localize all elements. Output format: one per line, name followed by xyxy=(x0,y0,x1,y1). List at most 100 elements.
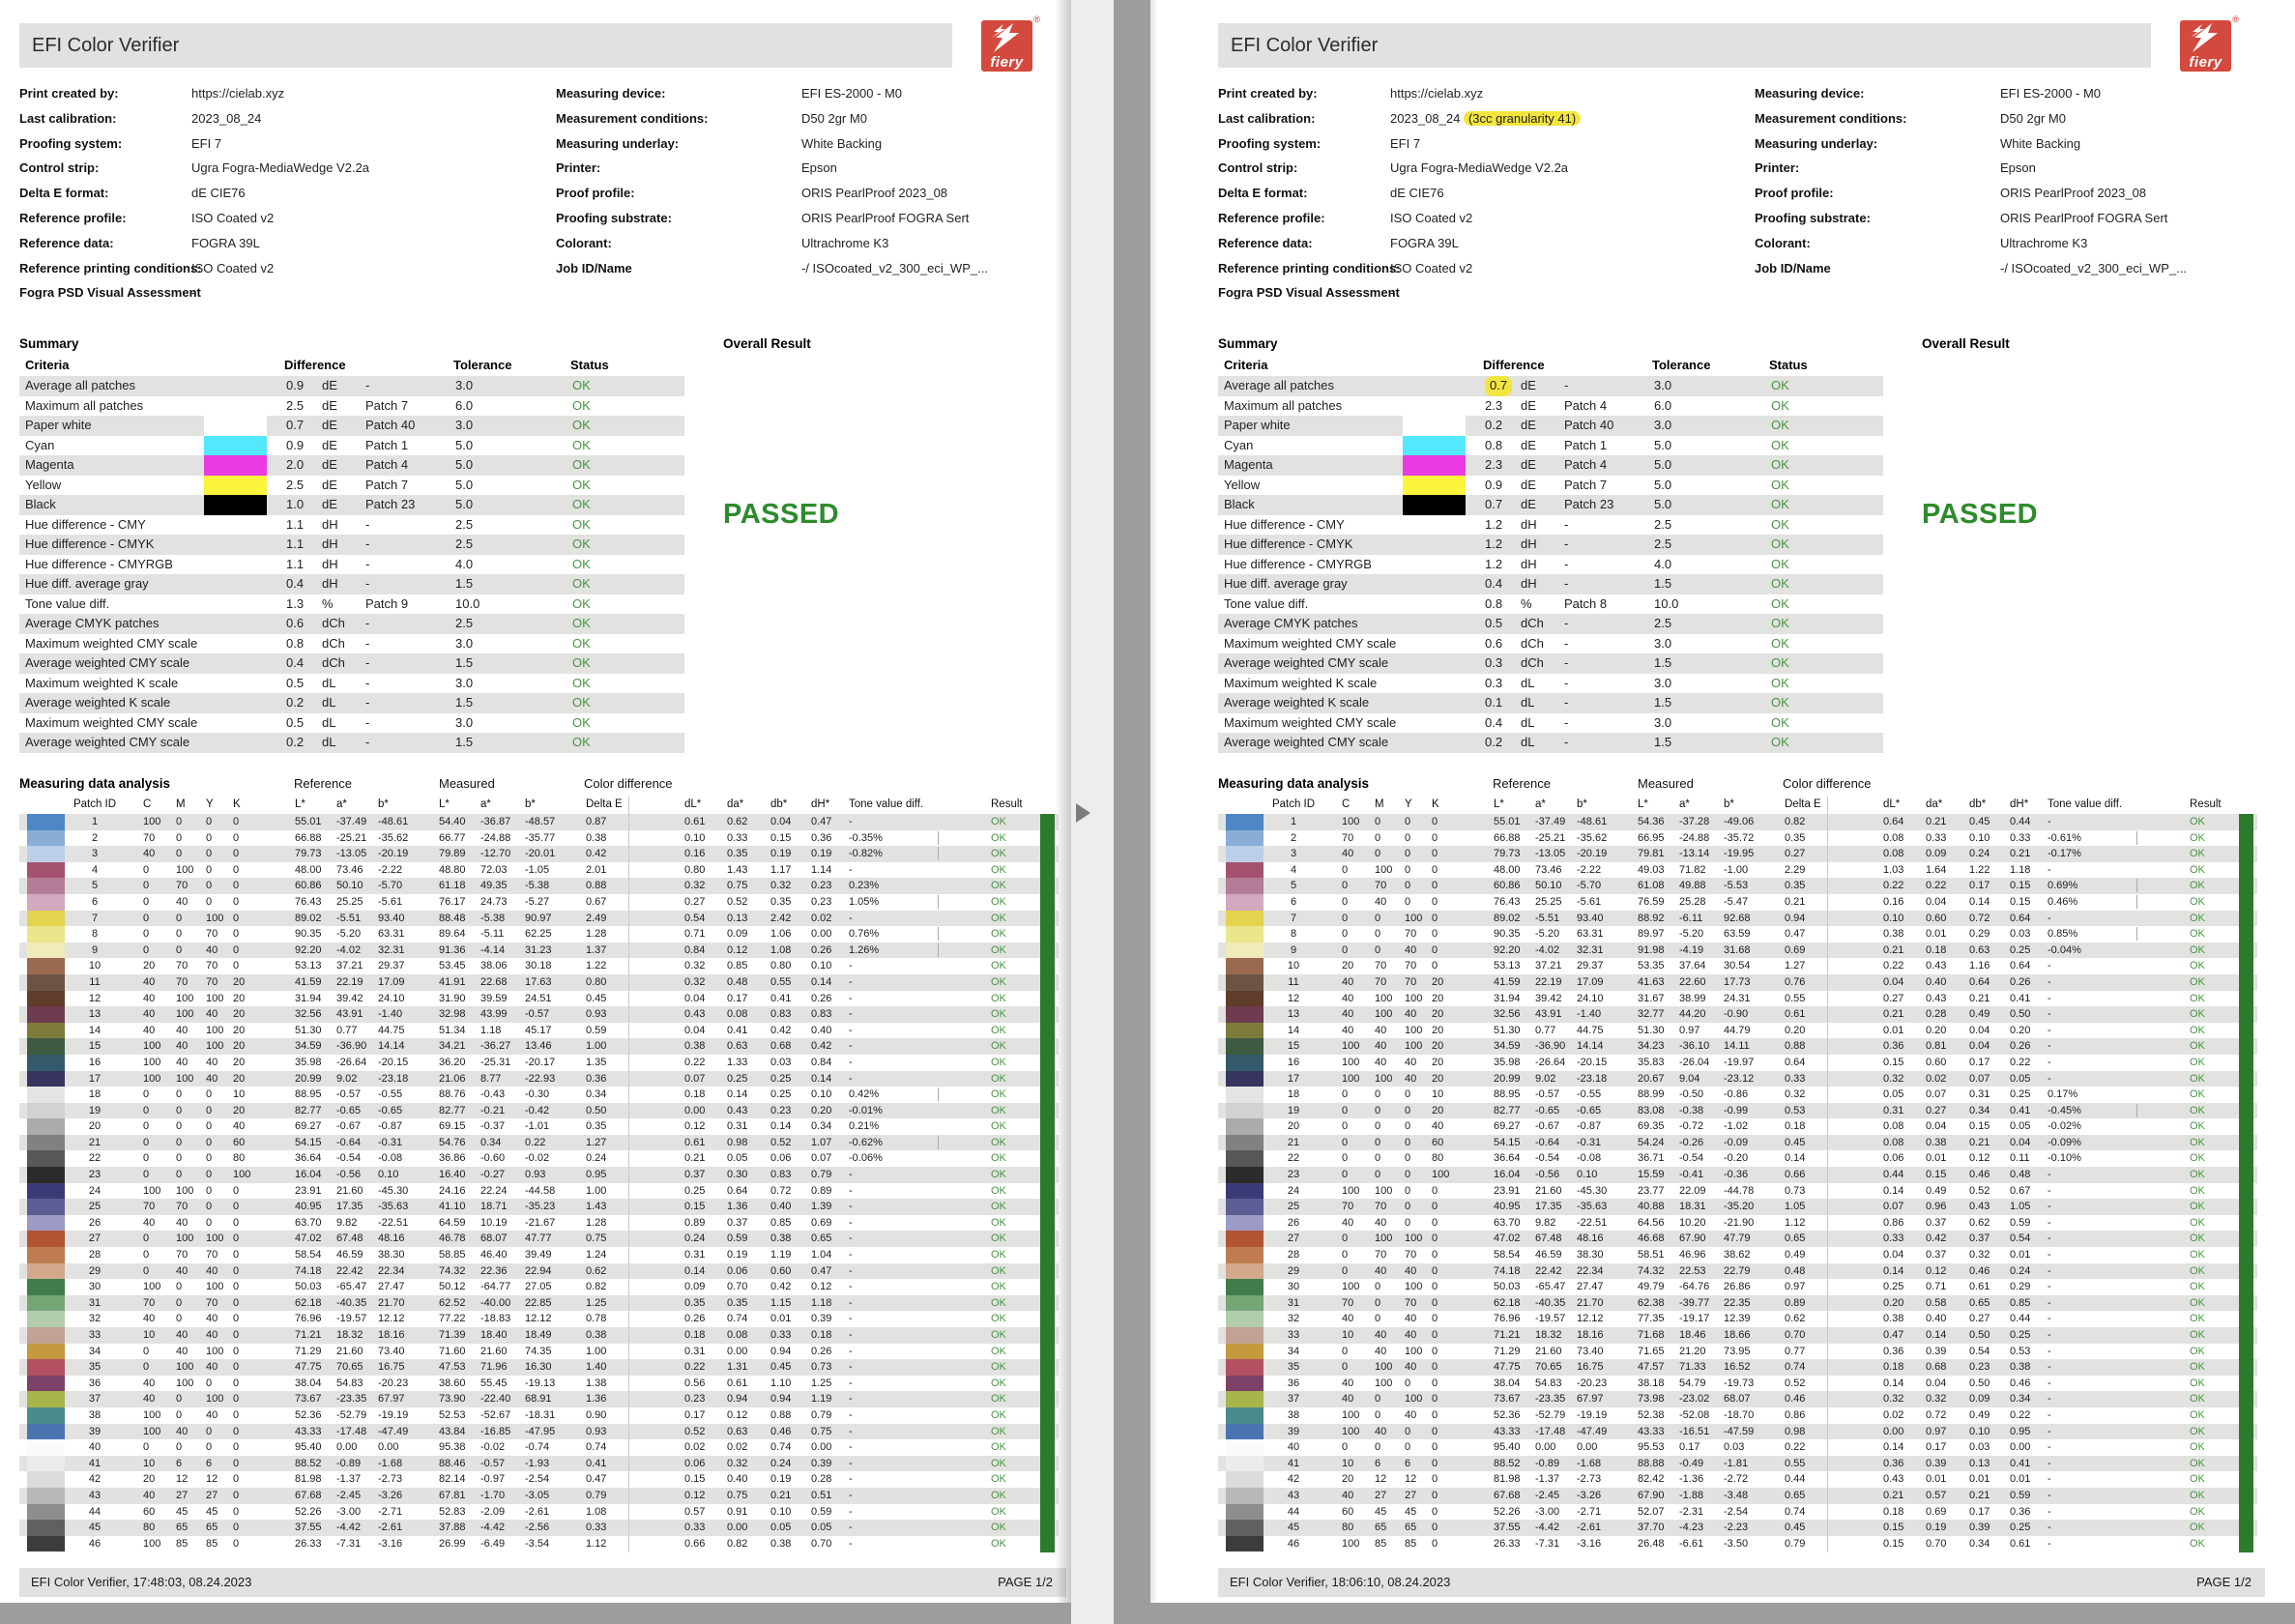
criteria-label: Hue diff. average gray xyxy=(1224,574,1348,594)
cell: OK xyxy=(991,1071,1006,1088)
cell: - xyxy=(2048,1006,2051,1023)
cell: 0 xyxy=(176,1295,182,1312)
cell: 0 xyxy=(1405,894,1410,911)
table-row: 700100089.02-5.5193.4088.48-5.3890.972.4… xyxy=(19,911,1059,927)
status-ok: OK xyxy=(572,594,591,615)
cell: 0.33 xyxy=(1926,830,1946,847)
cell: 24.31 xyxy=(1724,991,1751,1007)
cell: 0 xyxy=(1432,1279,1438,1295)
cell: OK xyxy=(2190,1504,2205,1521)
cell: 0.34 xyxy=(480,1135,501,1151)
cell: 1.39 xyxy=(811,1199,831,1215)
cell: OK xyxy=(991,1023,1006,1039)
cell: 0.55 xyxy=(770,974,791,991)
cell: 0 xyxy=(1432,911,1438,927)
cell: 25 xyxy=(1266,1199,1321,1215)
cell: 60.86 xyxy=(295,878,322,894)
cell: 0.60 xyxy=(770,1263,791,1280)
difference-value: 1.0 xyxy=(286,495,304,515)
cell: - xyxy=(849,1023,853,1039)
cell: 0.18 xyxy=(684,1327,705,1344)
cell: 0.07 xyxy=(684,1071,705,1088)
cell: 49.03 xyxy=(1638,862,1665,879)
criteria-label: Maximum weighted CMY scale xyxy=(1224,713,1396,734)
info-value: EFI 7 xyxy=(191,131,221,157)
cell: 0.06 xyxy=(770,1150,791,1167)
cell: 0 xyxy=(1405,1150,1410,1167)
footer-timestamp: EFI Color Verifier, 17:48:03, 08.24.2023 xyxy=(31,1568,251,1597)
cell: 0.65 xyxy=(1969,1295,1990,1312)
cell: 2.29 xyxy=(1785,862,1805,879)
cell: 40 xyxy=(1342,1215,1353,1232)
cell: 17 xyxy=(68,1071,122,1088)
cell: 20 xyxy=(1432,1023,1443,1039)
patch-reference: Patch 7 xyxy=(365,396,408,417)
cell: 45 xyxy=(176,1504,188,1521)
info-row: Proofing system:EFI 7 xyxy=(1218,131,1750,157)
cell: 85 xyxy=(1375,1536,1386,1552)
cell: 0 xyxy=(1342,894,1348,911)
info-label: Reference data: xyxy=(19,231,114,256)
patch-swatch xyxy=(1226,894,1264,911)
cell: 0.15 xyxy=(1883,1520,1903,1536)
cell: 47.77 xyxy=(525,1231,552,1247)
cell: 40 xyxy=(206,1311,218,1327)
cell: -19.19 xyxy=(378,1407,408,1424)
cell: 95.53 xyxy=(1638,1439,1665,1456)
cell: 48.16 xyxy=(1577,1231,1604,1247)
summary-row: Maximum weighted CMY scale0.5dL-3.0OK xyxy=(19,713,684,734)
cell: 100 xyxy=(143,1038,160,1055)
patch-reference: Patch 7 xyxy=(365,476,408,496)
next-page-arrow-icon[interactable] xyxy=(1076,803,1090,823)
cell: 0.38 xyxy=(586,830,606,847)
cell: 24.10 xyxy=(378,991,405,1007)
cell: 0 xyxy=(143,1263,149,1280)
patch-swatch xyxy=(1226,974,1264,991)
cell: 71.68 xyxy=(1638,1327,1665,1344)
difference-value: 0.8 xyxy=(1485,594,1502,615)
cell: 0 xyxy=(176,1407,182,1424)
cell: 40 xyxy=(1405,1327,1416,1344)
cell: 32.98 xyxy=(439,1006,466,1023)
status-ok: OK xyxy=(572,733,591,753)
column-header: da* xyxy=(1926,797,1942,813)
cell: 12 xyxy=(176,1471,188,1488)
cell: 39.42 xyxy=(336,991,363,1007)
cell: 0.41 xyxy=(2010,1456,2030,1472)
cell: 0 xyxy=(176,1439,182,1456)
cell: - xyxy=(849,1263,853,1280)
cell: 21.06 xyxy=(439,1071,466,1088)
cell: 100 xyxy=(176,1183,193,1200)
table-row: 50700060.8650.10-5.7061.0849.88-5.530.35… xyxy=(1218,878,2257,894)
cell: 0 xyxy=(1342,1439,1348,1456)
cell: 0 xyxy=(176,942,182,959)
cell: 31 xyxy=(1266,1295,1321,1312)
cell: 0.88 xyxy=(1785,1038,1805,1055)
cell: 0.72 xyxy=(1969,911,1990,927)
cell: 40 xyxy=(1342,846,1353,862)
cell: 92.68 xyxy=(1724,911,1751,927)
cell: 4 xyxy=(68,862,122,879)
column-header: Delta E xyxy=(586,797,623,813)
cell: 0.19 xyxy=(1926,1520,1946,1536)
cell: 37 xyxy=(68,1391,122,1407)
summary-rows: Average all patches0.9dE-3.0OKMaximum al… xyxy=(19,376,686,753)
difference-value: 0.2 xyxy=(1485,733,1502,753)
difference-value: 0.4 xyxy=(286,653,304,674)
cell: 71.39 xyxy=(439,1327,466,1344)
cell: 73.67 xyxy=(1494,1391,1521,1407)
cell: 0.45 xyxy=(770,1359,791,1376)
cell: 39 xyxy=(68,1424,122,1440)
criteria-label: Average CMYK patches xyxy=(1224,614,1358,634)
cell: 0.08 xyxy=(1883,846,1903,862)
patch-swatch xyxy=(1226,1183,1264,1200)
cell: 64.59 xyxy=(439,1215,466,1232)
cell: 1.18 xyxy=(811,1295,831,1312)
cell: 67.48 xyxy=(1535,1231,1562,1247)
cell: -35.63 xyxy=(378,1199,408,1215)
cell: 74.18 xyxy=(295,1263,322,1280)
cell: 16.75 xyxy=(378,1359,405,1376)
cell: - xyxy=(2048,1488,2051,1504)
cell: 0.20 xyxy=(2010,1023,2030,1039)
cell: -13.14 xyxy=(1679,846,1709,862)
